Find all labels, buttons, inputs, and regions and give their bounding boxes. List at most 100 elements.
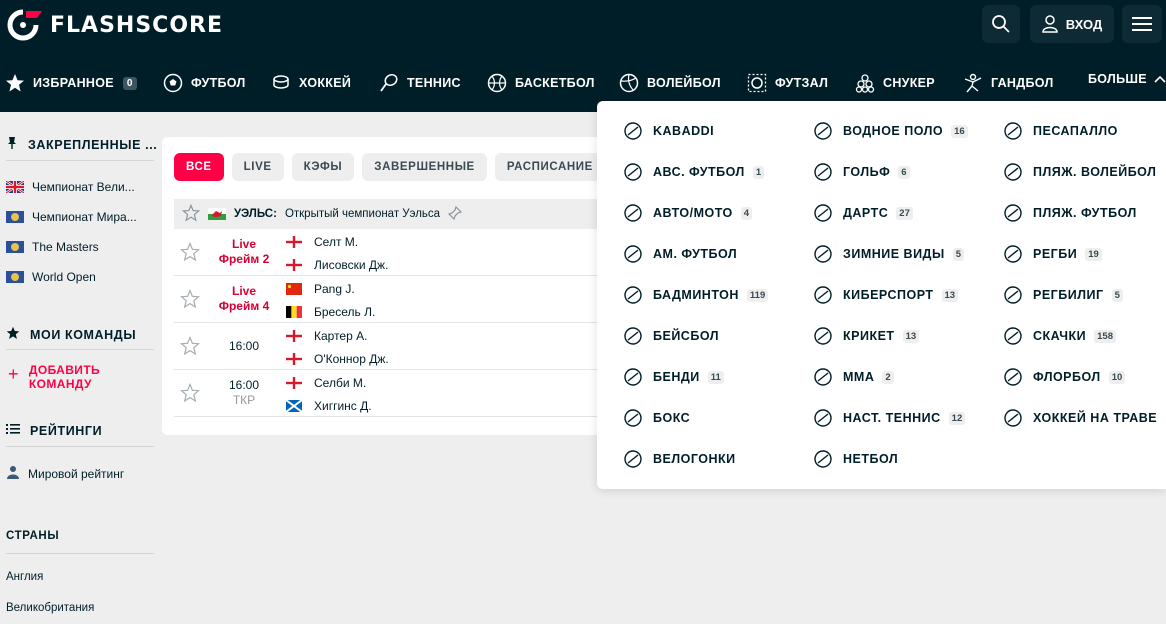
china-flag-icon <box>286 283 304 295</box>
star-icon[interactable] <box>179 335 201 361</box>
match-row[interactable]: Live Фрейм 4 Pang J. Бресель Л. <box>174 276 602 323</box>
sport-menu-item[interactable]: ФЛОРБОЛ 10 <box>1001 365 1126 389</box>
sport-menu-item[interactable]: ХОККЕЙ НА ТРАВЕ <box>1001 406 1157 430</box>
sport-menu-item[interactable]: КИБЕРСПОРТ 13 <box>811 283 959 307</box>
sport-menu-item[interactable]: НАСТ. ТЕННИС 12 <box>811 406 966 430</box>
league-header[interactable]: УЭЛЬС: Открытый чемпионат Уэльса <box>174 199 602 229</box>
match-frame: Фрейм 4 <box>218 299 270 313</box>
netball-icon <box>811 447 835 471</box>
nav-item-hockey[interactable]: ХОККЕЙ <box>270 72 351 94</box>
sport-menu-item[interactable]: СКАЧКИ 158 <box>1001 324 1116 348</box>
cycling-icon <box>621 447 645 471</box>
top-header: FLASHSCORE ВХОД ИЗБРАННОЕ 0 ФУТБОЛ ХОККЕ… <box>0 0 1166 112</box>
nav-favorites[interactable]: ИЗБРАННОЕ 0 <box>4 72 137 94</box>
sport-menu-item[interactable]: MMA 2 <box>811 365 894 389</box>
nav-item-tennis[interactable]: ТЕННИС <box>378 72 461 94</box>
star-icon <box>6 326 20 343</box>
match-frame: Фрейм 2 <box>218 252 270 266</box>
sport-menu-label: ПЛЯЖ. ВОЛЕЙБОЛ <box>1033 165 1157 179</box>
star-icon[interactable] <box>179 288 201 314</box>
sport-menu-item[interactable]: ПЛЯЖ. ФУТБОЛ <box>1001 201 1137 225</box>
divider <box>6 160 154 161</box>
match-row[interactable]: 16:00 Картер А. О'Коннор Дж. <box>174 323 602 370</box>
helmet-icon <box>621 201 645 225</box>
sport-menu-item[interactable]: ДАРТС 27 <box>811 201 913 225</box>
nav-item-handball[interactable]: ГАНДБОЛ <box>962 72 1054 94</box>
nav-item-volleyball[interactable]: ВОЛЕЙБОЛ <box>618 72 721 94</box>
pin-icon[interactable] <box>447 205 463 223</box>
sport-menu-item[interactable]: ВОДНОЕ ПОЛО 16 <box>811 119 968 143</box>
player-name: О'Коннор Дж. <box>314 352 389 366</box>
sport-menu-item[interactable]: АВС. ФУТБОЛ 1 <box>621 160 765 184</box>
match-row[interactable]: Live Фрейм 2 Селт М. Лисовски Дж. <box>174 229 602 276</box>
away-player: Бресель Л. <box>286 305 375 319</box>
pinned-league-item[interactable]: Чемпионат Вели... <box>5 180 135 194</box>
sport-menu-item[interactable]: АВТО/МОТО 4 <box>621 201 753 225</box>
event-count-badge: 5 <box>1111 288 1123 302</box>
field-hockey-icon <box>1001 406 1025 430</box>
nav-item-snooker[interactable]: СНУКЕР <box>854 72 935 94</box>
pinned-league-item[interactable]: Чемпионат Мира... <box>6 210 137 224</box>
match-time: Live Фрейм 4 <box>214 284 274 314</box>
world-rating-link[interactable]: Мировой рейтинг <box>6 465 124 482</box>
home-player: Pang J. <box>286 282 355 296</box>
pinned-league-item[interactable]: World Open <box>6 270 96 284</box>
divider <box>6 349 154 350</box>
star-icon[interactable] <box>179 382 201 408</box>
nav-item-football[interactable]: ФУТБОЛ <box>162 72 246 94</box>
filter-live[interactable]: LIVE <box>231 153 284 181</box>
login-button[interactable]: ВХОД <box>1030 5 1114 43</box>
logo[interactable]: FLASHSCORE <box>6 8 223 42</box>
filter-all[interactable]: ВСЕ <box>174 153 224 181</box>
filter-odds[interactable]: КЭФЫ <box>291 153 355 181</box>
sport-menu-item[interactable]: АМ. ФУТБОЛ <box>621 242 737 266</box>
rugby-league-icon <box>1001 283 1025 307</box>
sport-menu-item[interactable]: РЕГБИ 19 <box>1001 242 1102 266</box>
star-icon[interactable] <box>179 241 201 267</box>
sport-menu-label: ПЕСАПАЛЛО <box>1033 124 1118 138</box>
event-count-badge: 13 <box>941 288 959 302</box>
home-player: Картер А. <box>286 329 367 343</box>
star-icon[interactable] <box>181 203 201 225</box>
filter-schedule[interactable]: РАСПИСАНИЕ <box>494 153 605 181</box>
sport-menu-item[interactable]: ВЕЛОГОНКИ <box>621 447 736 471</box>
add-team-button[interactable]: + ДОБАВИТЬ КОМАНДУ <box>8 363 100 391</box>
event-count-badge: 19 <box>1085 247 1102 261</box>
event-count-badge: 1 <box>752 165 765 179</box>
nav-item-futsal[interactable]: ФУТЗАЛ <box>746 72 828 94</box>
sport-menu-item[interactable]: НЕТБОЛ <box>811 447 898 471</box>
wales-flag-icon <box>208 208 226 220</box>
hockey-icon <box>270 72 292 94</box>
darts-icon <box>811 201 835 225</box>
more-sports-dropdown: KABADDI АВС. ФУТБОЛ 1 АВТО/МОТО 4 АМ. ФУТБОЛ Б… <box>597 101 1166 489</box>
bandy-icon <box>621 365 645 389</box>
sport-menu-item[interactable]: ПЕСАПАЛЛО <box>1001 119 1118 143</box>
world-flag-icon <box>6 241 24 253</box>
country-item[interactable]: Великобритания <box>6 602 94 614</box>
main-menu-button[interactable] <box>1122 5 1162 43</box>
sport-menu-item[interactable]: КРИКЕТ 13 <box>811 324 920 348</box>
player-name: Селби М. <box>314 376 367 390</box>
sport-menu-item[interactable]: РЕГБИЛИГ 5 <box>1001 283 1123 307</box>
sport-menu-item[interactable]: БЕЙСБОЛ <box>621 324 719 348</box>
pinned-league-label: World Open <box>32 270 96 284</box>
nav-item-basketball[interactable]: БАСКЕТБОЛ <box>486 72 595 94</box>
nav-item-label: ХОККЕЙ <box>299 76 352 90</box>
sport-menu-item[interactable]: ЗИМНИЕ ВИДЫ 5 <box>811 242 965 266</box>
match-time: Live Фрейм 2 <box>214 237 274 267</box>
match-row[interactable]: 16:00 ТКР Селби М. Хиггинс Д. <box>174 370 602 417</box>
sport-menu-label: БАДМИНТОН <box>653 288 739 302</box>
filter-finished[interactable]: ЗАВЕРШЕННЫЕ <box>362 153 487 181</box>
sport-menu-item[interactable]: БЕНДИ 11 <box>621 365 724 389</box>
nav-more-label: БОЛЬШЕ <box>1088 72 1147 86</box>
nav-item-label: СНУКЕР <box>883 76 935 90</box>
sport-menu-item[interactable]: ПЛЯЖ. ВОЛЕЙБОЛ <box>1001 160 1156 184</box>
pinned-league-item[interactable]: The Masters <box>6 240 99 254</box>
sport-menu-item[interactable]: БАДМИНТОН 119 <box>621 283 769 307</box>
nav-more-button[interactable]: БОЛЬШЕ <box>1088 72 1166 86</box>
sport-menu-item[interactable]: БОКС <box>621 406 690 430</box>
sport-menu-item[interactable]: ГОЛЬФ 6 <box>811 160 910 184</box>
sport-menu-item[interactable]: KABADDI <box>621 119 714 143</box>
search-button[interactable] <box>982 5 1020 43</box>
country-item[interactable]: Англия <box>6 571 43 583</box>
